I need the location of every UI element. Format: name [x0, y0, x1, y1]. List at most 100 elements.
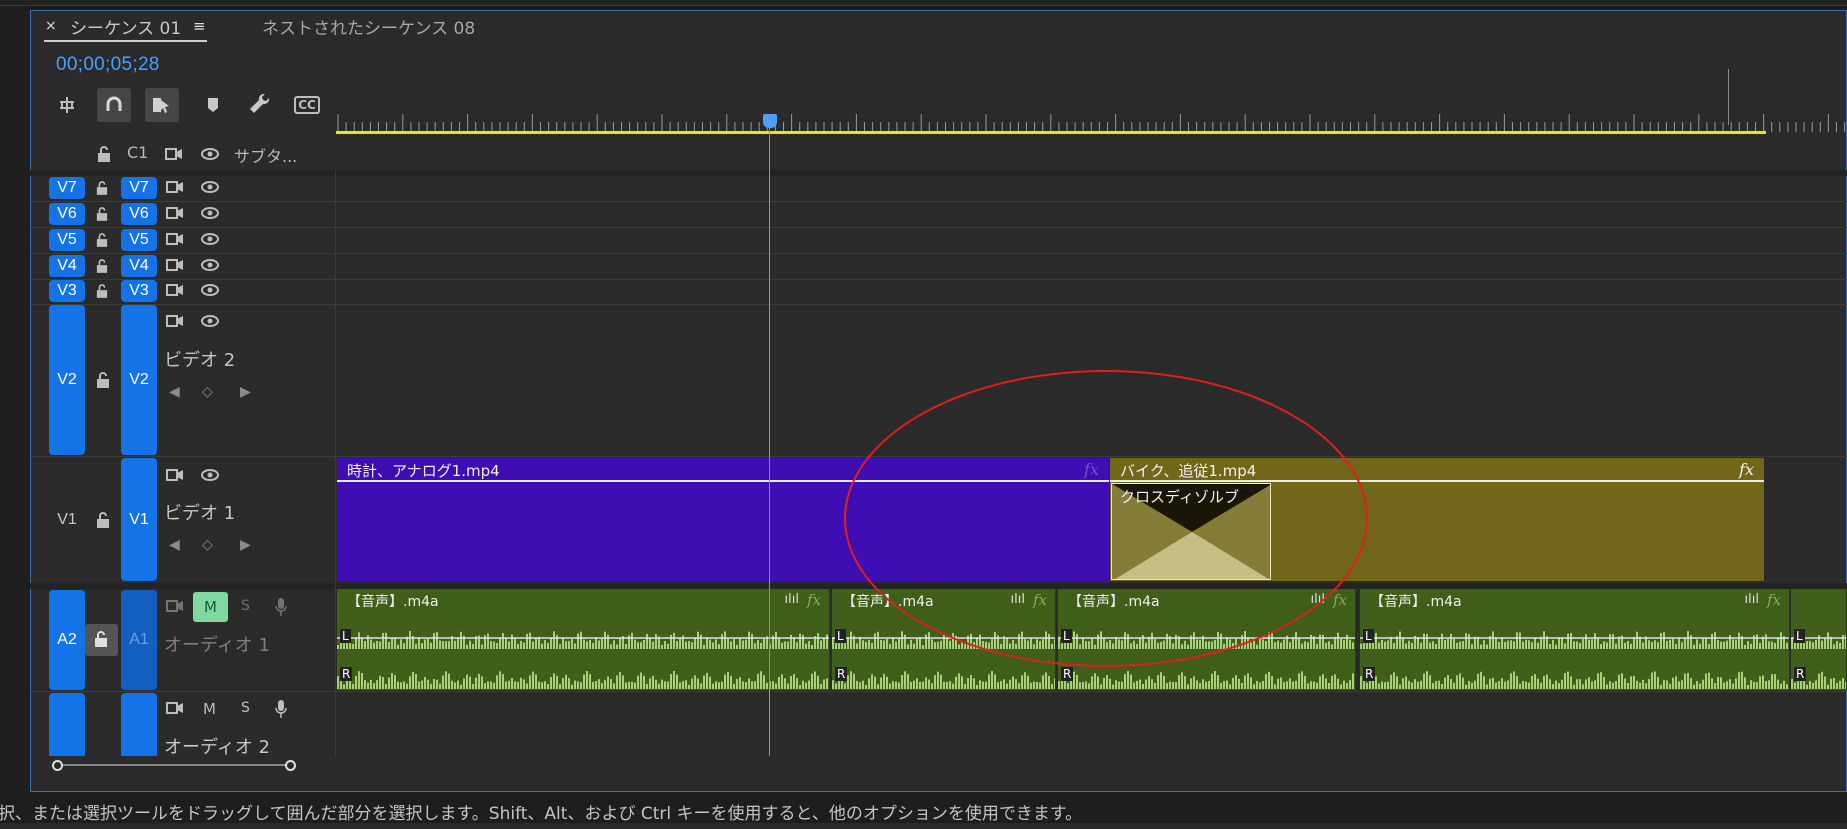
fx-badge-icon[interactable]: fx	[1333, 591, 1347, 609]
v2-target-button[interactable]: V2	[49, 305, 85, 455]
v1-add-keyframe-icon[interactable]: ◇	[202, 537, 213, 553]
left-channel-icon: L	[340, 629, 351, 643]
a2-source-empty[interactable]	[49, 693, 85, 756]
a2-track-button[interactable]	[121, 693, 157, 756]
fx-badge-icon[interactable]: fx	[1767, 591, 1781, 609]
tab-nested-sequence-08[interactable]: ネストされたシーケンス 08	[262, 14, 475, 39]
zoom-scroll-track[interactable]	[57, 764, 291, 766]
close-tab-icon[interactable]: ×	[45, 18, 57, 34]
v7-target-button[interactable]: V7	[49, 177, 85, 199]
v2-next-keyframe-icon[interactable]: ▶	[240, 384, 251, 400]
v6-target-button[interactable]: V6	[49, 203, 85, 225]
source-patch-header[interactable]: C1	[127, 143, 148, 162]
v7-eye-icon[interactable]	[198, 179, 222, 195]
v1-target-label[interactable]: V1	[49, 458, 85, 581]
work-area-bar[interactable]	[336, 131, 1766, 134]
header-divider	[30, 170, 1847, 176]
audio-clip-title: 【音声】.m4a	[1370, 594, 1462, 610]
audio-clip[interactable]: 【音声】.m4a ılıl fx L R	[337, 589, 830, 690]
a2-source-button[interactable]: A2	[49, 590, 85, 690]
v6-sync-lock-icon[interactable]	[164, 205, 186, 221]
waveform-icon: ılıl	[1744, 592, 1759, 607]
v3-lock-icon[interactable]	[94, 283, 110, 299]
v3-track-button[interactable]: V3	[121, 280, 157, 302]
sync-lock-header-icon	[163, 145, 185, 163]
v2-lock-icon[interactable]	[93, 370, 113, 390]
zoom-left-handle[interactable]	[52, 760, 63, 771]
v3-eye-icon[interactable]	[198, 282, 222, 298]
timeline-zoom-scrollbar[interactable]	[52, 760, 296, 771]
v3-target-button[interactable]: V3	[49, 280, 85, 302]
fx-badge-icon[interactable]: fx	[807, 591, 821, 609]
clip-title: 時計、アナログ1.mp4	[347, 462, 500, 480]
wrench-icon[interactable]	[244, 88, 278, 122]
v4-eye-icon[interactable]	[198, 257, 222, 273]
v2-prev-keyframe-icon[interactable]: ◀	[169, 384, 180, 400]
v5-sync-lock-icon[interactable]	[164, 231, 186, 247]
a1-divider	[30, 691, 1847, 692]
v5-target-button[interactable]: V5	[49, 229, 85, 251]
top-bar	[0, 0, 1847, 6]
v5-lock-icon[interactable]	[94, 232, 110, 248]
a1-solo-button[interactable]: S	[241, 598, 250, 614]
v1-eye-icon[interactable]	[198, 466, 222, 484]
a2-track-name: オーディオ 2	[164, 737, 270, 758]
v4-track-button[interactable]: V4	[121, 255, 157, 277]
v3-sync-lock-icon[interactable]	[164, 282, 186, 298]
a1-track-name: オーディオ 1	[164, 635, 270, 656]
v5-eye-icon[interactable]	[198, 231, 222, 247]
a1-mic-icon[interactable]	[271, 596, 291, 618]
a2-mic-icon[interactable]	[271, 698, 291, 720]
v7-track-button[interactable]: V7	[121, 177, 157, 199]
v1-track-name: ビデオ 1	[164, 503, 236, 524]
v4-lock-icon[interactable]	[94, 258, 110, 274]
playhead-line	[769, 128, 770, 756]
v1-lock-icon[interactable]	[93, 510, 113, 530]
captions-icon[interactable]: CC	[290, 88, 324, 122]
status-text: 択、または選択ツールをドラッグして囲んだ部分を選択します。Shift、Alt、お…	[0, 804, 1083, 823]
v7-lock-icon[interactable]	[94, 180, 110, 196]
fx-badge-icon[interactable]: fx	[1739, 460, 1754, 479]
v6-track-button[interactable]: V6	[121, 203, 157, 225]
waveform-icon: ılıl	[784, 592, 799, 607]
a2-sync-lock-icon[interactable]	[164, 699, 186, 717]
v7-sync-lock-icon[interactable]	[164, 179, 186, 195]
right-channel-icon: R	[1363, 667, 1376, 681]
annotation-ellipse	[844, 370, 1368, 667]
track-divider	[30, 227, 1847, 228]
linked-selection-icon[interactable]	[145, 88, 179, 122]
v2-track-button[interactable]: V2	[121, 305, 157, 455]
v2-track-name: ビデオ 2	[164, 350, 236, 371]
audio-clip[interactable]: 【音声】.m4a ılıl fx L R	[1360, 589, 1790, 690]
v1-track-button[interactable]: V1	[121, 458, 157, 581]
playhead-timecode[interactable]: 00;00;05;28	[56, 54, 160, 76]
a1-sync-lock-icon[interactable]	[164, 597, 186, 615]
a1-track-button[interactable]: A1	[121, 590, 157, 690]
v2-add-keyframe-icon[interactable]: ◇	[202, 384, 213, 400]
v1-sync-lock-icon[interactable]	[164, 466, 186, 484]
subtitle-track-header: サブタ...	[234, 147, 298, 166]
v2-sync-lock-icon[interactable]	[164, 312, 186, 330]
v4-target-button[interactable]: V4	[49, 255, 85, 277]
v1-next-keyframe-icon[interactable]: ▶	[240, 537, 251, 553]
v6-eye-icon[interactable]	[198, 205, 222, 221]
a1-mute-button[interactable]: M	[193, 592, 228, 622]
v4-sync-lock-icon[interactable]	[164, 257, 186, 273]
track-divider	[30, 201, 1847, 202]
tab-menu-icon[interactable]: ≡	[193, 17, 206, 35]
tab-sequence-01[interactable]: シーケンス 01	[70, 14, 181, 39]
a1-lock-button[interactable]	[85, 624, 118, 656]
zoom-right-handle[interactable]	[285, 760, 296, 771]
right-channel-icon: R	[1061, 667, 1074, 681]
playhead-handle[interactable]	[763, 114, 777, 128]
v2-eye-icon[interactable]	[198, 312, 222, 330]
marker-icon[interactable]	[196, 88, 230, 122]
a2-mute-button[interactable]: M	[203, 700, 216, 718]
insert-sequence-icon[interactable]	[50, 88, 84, 122]
audio-clip[interactable]: L R	[1791, 589, 1847, 690]
v1-prev-keyframe-icon[interactable]: ◀	[169, 537, 180, 553]
v6-lock-icon[interactable]	[94, 206, 110, 222]
a2-solo-button[interactable]: S	[241, 700, 250, 716]
magnet-snap-icon[interactable]	[97, 88, 131, 122]
v5-track-button[interactable]: V5	[121, 229, 157, 251]
